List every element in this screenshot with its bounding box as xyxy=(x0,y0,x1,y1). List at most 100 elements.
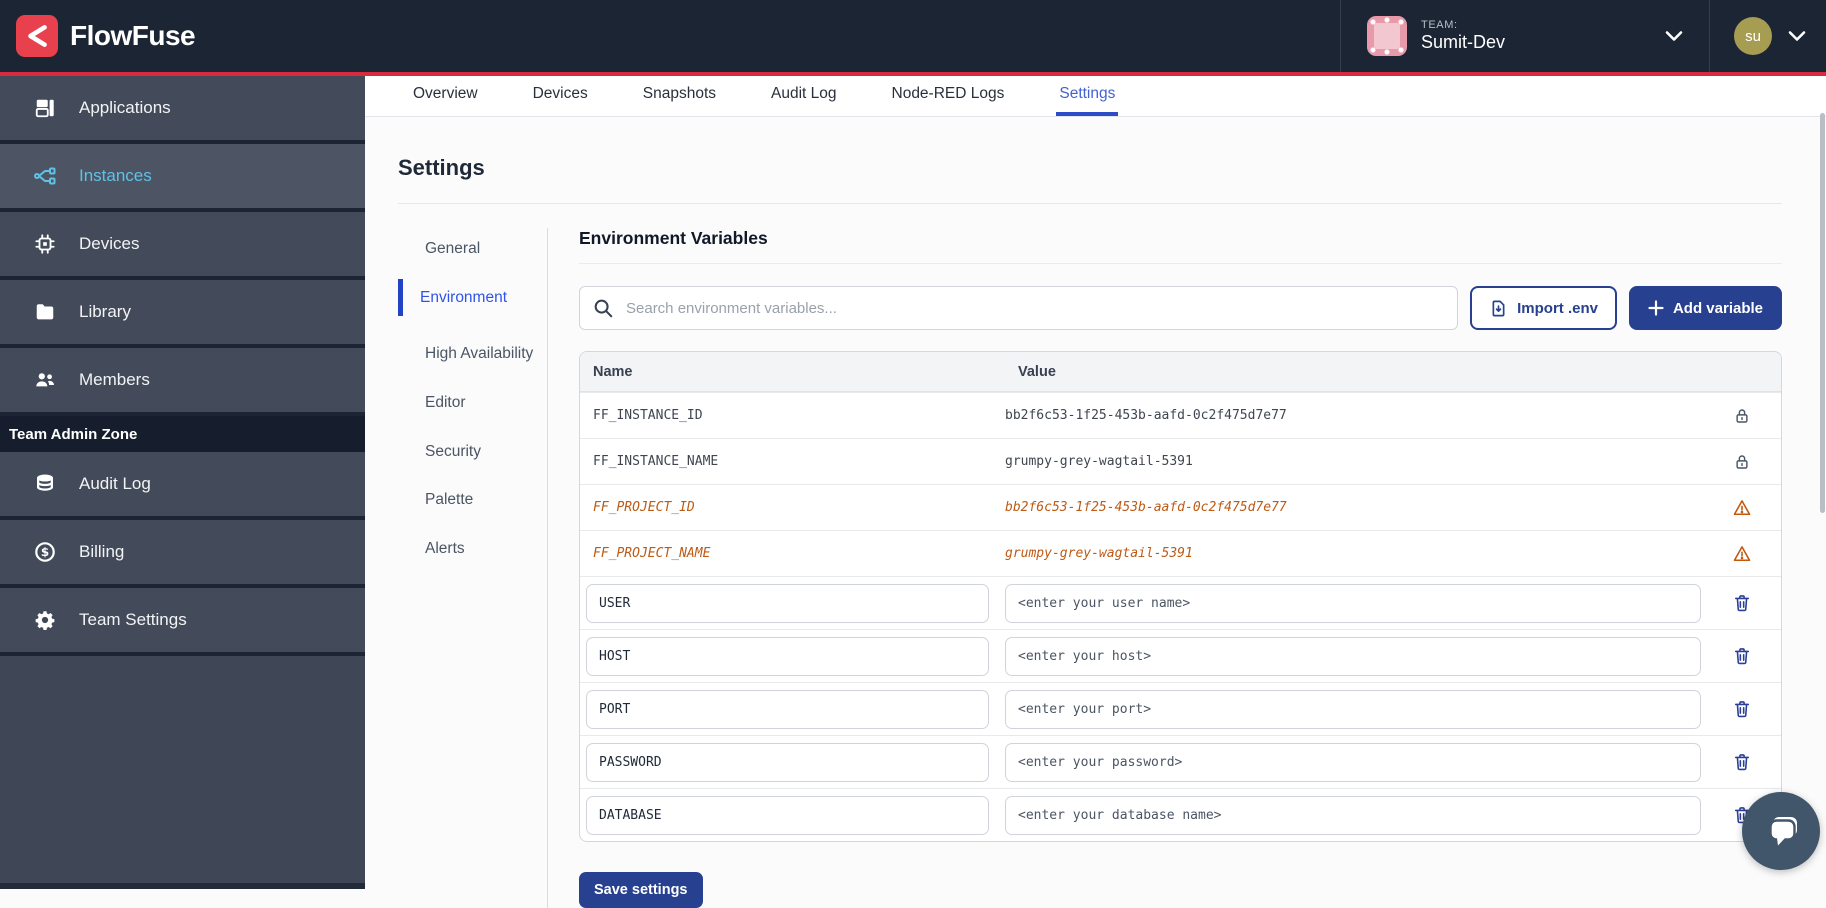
library-icon xyxy=(33,301,57,323)
subnav-item-palette[interactable]: Palette xyxy=(398,489,547,511)
lock-icon xyxy=(1703,407,1781,425)
table-row xyxy=(580,682,1781,735)
env-value-input[interactable] xyxy=(1005,584,1701,623)
subnav-item-alerts[interactable]: Alerts xyxy=(398,538,547,560)
app-header: FlowFuse TEAM: Sumit-Dev su xyxy=(0,0,1826,72)
subnav-item-high-availability[interactable]: High Availability xyxy=(398,343,547,365)
save-settings-button[interactable]: Save settings xyxy=(579,872,703,908)
subnav-item-general[interactable]: General xyxy=(398,238,547,260)
warning-icon xyxy=(1703,544,1781,564)
sidebar-item-label: Library xyxy=(79,302,131,322)
svg-text:$: $ xyxy=(41,545,49,559)
column-header-name: Name xyxy=(580,364,1005,380)
page-title: Settings xyxy=(398,155,1782,181)
add-variable-button[interactable]: Add variable xyxy=(1629,286,1782,330)
plus-icon xyxy=(1648,300,1664,316)
flowfuse-logo-icon xyxy=(16,15,58,57)
team-admin-zone-label: Team Admin Zone xyxy=(0,416,365,452)
env-name-input[interactable] xyxy=(586,690,989,729)
search-input[interactable] xyxy=(579,286,1458,330)
table-row xyxy=(580,788,1781,841)
table-row xyxy=(580,735,1781,788)
sidebar-item-devices[interactable]: Devices xyxy=(0,212,365,280)
env-name-input[interactable] xyxy=(586,743,989,782)
tab-node-red-logs[interactable]: Node-RED Logs xyxy=(889,76,1008,116)
sidebar-item-label: Team Settings xyxy=(79,610,187,630)
delete-variable-button[interactable] xyxy=(1703,752,1781,772)
warning-icon xyxy=(1703,498,1781,518)
brand[interactable]: FlowFuse xyxy=(0,15,195,57)
sidebar-bottom-divider xyxy=(0,883,365,889)
env-value-input[interactable] xyxy=(1005,637,1701,676)
main-area: Overview Devices Snapshots Audit Log Nod… xyxy=(365,76,1826,889)
team-settings-icon xyxy=(33,609,57,631)
subnav-item-editor[interactable]: Editor xyxy=(398,392,547,414)
search-icon xyxy=(592,297,614,319)
chat-widget-button[interactable] xyxy=(1742,792,1820,870)
sidebar-item-members[interactable]: Members xyxy=(0,348,365,416)
chevron-down-icon xyxy=(1788,30,1806,42)
env-name-input[interactable] xyxy=(586,584,989,623)
table-row: FF_PROJECT_ID bb2f6c53-1f25-453b-aafd-0c… xyxy=(580,484,1781,530)
tab-audit-log[interactable]: Audit Log xyxy=(768,76,840,116)
team-name: Sumit-Dev xyxy=(1421,32,1505,53)
sidebar-item-label: Applications xyxy=(79,98,171,118)
sidebar-item-applications[interactable]: Applications xyxy=(0,76,365,144)
subnav-item-environment[interactable]: Environment xyxy=(398,279,547,317)
sidebar-item-label: Instances xyxy=(79,166,152,186)
env-value-input[interactable] xyxy=(1005,743,1701,782)
table-row: FF_INSTANCE_NAME grumpy-grey-wagtail-539… xyxy=(580,438,1781,484)
env-name-input[interactable] xyxy=(586,796,989,835)
sidebar-item-library[interactable]: Library xyxy=(0,280,365,348)
divider xyxy=(579,263,1782,264)
delete-variable-button[interactable] xyxy=(1703,593,1781,613)
team-selector[interactable]: TEAM: Sumit-Dev xyxy=(1340,0,1710,72)
sidebar: Applications Instances Devices xyxy=(0,76,365,889)
tab-devices[interactable]: Devices xyxy=(530,76,591,116)
table-row xyxy=(580,629,1781,682)
instance-tabbar: Overview Devices Snapshots Audit Log Nod… xyxy=(365,76,1826,117)
chevron-down-icon xyxy=(1665,30,1683,42)
delete-variable-button[interactable] xyxy=(1703,646,1781,666)
sidebar-item-instances[interactable]: Instances xyxy=(0,144,365,212)
sidebar-item-label: Members xyxy=(79,370,150,390)
table-header-row: Name Value xyxy=(580,352,1781,392)
members-icon xyxy=(33,369,57,391)
instances-icon xyxy=(33,164,57,188)
import-file-icon xyxy=(1489,299,1508,318)
settings-subnav: General Environment High Availability Ed… xyxy=(398,228,547,908)
table-row xyxy=(580,576,1781,629)
env-value-input[interactable] xyxy=(1005,796,1701,835)
billing-icon: $ xyxy=(33,541,57,563)
applications-icon xyxy=(33,97,57,119)
brand-name: FlowFuse xyxy=(70,20,195,52)
env-vars-table: Name Value FF_INSTANCE_ID bb2f6c53-1f25-… xyxy=(579,351,1782,842)
divider xyxy=(398,203,1782,204)
sidebar-item-audit-log[interactable]: Audit Log xyxy=(0,452,365,520)
avatar: su xyxy=(1734,17,1772,55)
sidebar-item-label: Devices xyxy=(79,234,139,254)
subnav-item-security[interactable]: Security xyxy=(398,441,547,463)
sidebar-item-team-settings[interactable]: Team Settings xyxy=(0,588,365,656)
divider xyxy=(547,228,548,908)
user-menu[interactable]: su xyxy=(1710,0,1826,72)
env-vars-heading: Environment Variables xyxy=(579,228,1782,249)
env-value-input[interactable] xyxy=(1005,690,1701,729)
sidebar-item-label: Billing xyxy=(79,542,124,562)
scrollbar[interactable] xyxy=(1820,113,1825,513)
team-label: TEAM: xyxy=(1421,19,1505,32)
delete-variable-button[interactable] xyxy=(1703,699,1781,719)
tab-overview[interactable]: Overview xyxy=(410,76,481,116)
devices-icon xyxy=(33,233,57,255)
table-row: FF_INSTANCE_ID bb2f6c53-1f25-453b-aafd-0… xyxy=(580,392,1781,438)
sidebar-item-label: Audit Log xyxy=(79,474,151,494)
table-row: FF_PROJECT_NAME grumpy-grey-wagtail-5391 xyxy=(580,530,1781,576)
tab-snapshots[interactable]: Snapshots xyxy=(640,76,719,116)
sidebar-item-billing[interactable]: $ Billing xyxy=(0,520,365,588)
env-name-input[interactable] xyxy=(586,637,989,676)
import-env-button[interactable]: Import .env xyxy=(1470,286,1617,330)
header-accent-line xyxy=(0,72,1826,76)
column-header-value: Value xyxy=(1005,364,1703,380)
tab-settings[interactable]: Settings xyxy=(1056,76,1118,116)
team-avatar xyxy=(1367,16,1407,56)
